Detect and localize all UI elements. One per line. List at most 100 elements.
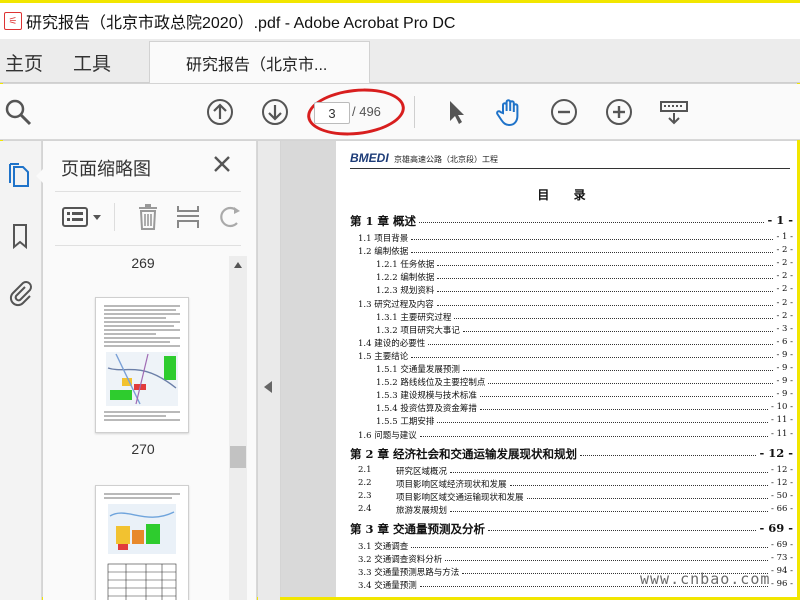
thumbnail-label: 269 — [131, 255, 155, 271]
title-bar: ⚟ 研究报告（北京市政总院2020）.pdf - Adobe Acrobat P… — [0, 3, 800, 39]
toc-entry-page: - 9 - — [776, 389, 793, 400]
toc-section-row[interactable]: 1.3.2 项目研究大事记 - 3 - — [336, 324, 797, 337]
toc-section-row[interactable]: 1.4 建设的必要性 - 6 - — [336, 337, 797, 350]
page-number-input[interactable]: 3 — [314, 102, 350, 124]
toc-entry-page: - 2 - — [776, 258, 793, 269]
toc-entry-page: - 73 - — [771, 553, 793, 564]
zoom-out-icon[interactable] — [548, 96, 580, 128]
toc-chapter-row[interactable]: 第 4 章 技术标准 - 125 - — [336, 592, 797, 597]
toc-section-row[interactable]: 1.2 编制依据 - 2 - — [336, 245, 797, 258]
toc-section-row[interactable]: 1.6 问题与建议 - 11 - — [336, 429, 797, 442]
toc-section-row[interactable]: 2.2 项目影响区域经济现状和发展 - 12 - — [336, 478, 797, 491]
tab-home[interactable]: 主页 — [5, 49, 43, 76]
acrobat-icon: ⚟ — [4, 12, 22, 30]
toc-entry-label: 1.3 研究过程及内容 — [358, 299, 434, 310]
toc-entry-page: - 9 - — [776, 363, 793, 373]
panel-toolbar-divider — [114, 203, 115, 231]
active-caret — [36, 169, 43, 183]
toc-entry-page: - 10 - — [771, 402, 793, 413]
search-icon[interactable] — [2, 96, 34, 128]
page-down-icon[interactable] — [259, 96, 291, 128]
toc-title: 目 录 — [537, 188, 596, 202]
toc-entry-page: - 69 - — [759, 521, 793, 535]
zoom-in-icon[interactable] — [603, 96, 635, 128]
toc-leader-dots — [463, 330, 773, 332]
toc-entry-label: 项目影响区域经济现状和发展 — [396, 479, 507, 490]
toc-section-row[interactable]: 1.2.1 任务依据 - 2 - — [336, 258, 797, 271]
toc-entry-page: - 2 - — [776, 310, 793, 321]
trash-icon[interactable] — [133, 201, 163, 233]
toc-leader-dots — [527, 497, 768, 499]
toc-section-row[interactable]: 1.5 主要结论 - 9 - — [336, 350, 797, 363]
toc-entry-label: 1.5.5 工期安排 — [376, 417, 435, 428]
toc-entry-label: 项目影响区域交通运输现状和发展 — [396, 492, 524, 503]
toc-section-row[interactable]: 1.3.1 主要研究过程 - 2 - — [336, 311, 797, 324]
toc-section-row[interactable]: 1.5.4 投资估算及资金筹措 - 10 - — [336, 402, 797, 415]
toc-chapter-row[interactable]: 第 3 章 交通量预测及分析 - 69 - — [336, 517, 797, 540]
header-text: 京雄高速公路（北京段）工程 — [394, 155, 498, 164]
tab-tools[interactable]: 工具 — [73, 49, 111, 76]
scroll-up-icon[interactable] — [229, 256, 247, 274]
bookmark-icon[interactable] — [3, 219, 37, 253]
options-menu-icon[interactable] — [61, 201, 105, 233]
toc-entry-label: 1.5.1 交通量发展预测 — [376, 365, 460, 375]
select-arrow-icon[interactable] — [440, 96, 472, 128]
panel-divider — [55, 245, 241, 246]
toc-section-row[interactable]: 2.3 项目影响区域交通运输现状和发展 - 50 - — [336, 491, 797, 504]
toc-leader-dots — [450, 510, 768, 512]
toc-section-row[interactable]: 1.5.1 交通量发展预测 - 9 - — [336, 363, 797, 376]
toc-entry-label: 第 1 章 概述 — [350, 214, 417, 228]
toc-section-row[interactable]: 2.4 旅游发展规划 - 66 - — [336, 504, 797, 517]
panel-collapse-handle[interactable] — [258, 141, 280, 600]
toc-entry-label: 1.5.4 投资估算及资金筹措 — [376, 404, 477, 415]
toc-leader-dots — [480, 409, 768, 411]
toc-entry-label: 第 3 章 交通量预测及分析 — [350, 522, 486, 536]
hand-icon[interactable] — [494, 96, 526, 128]
thumbnail-scrollbar[interactable] — [229, 256, 247, 600]
toc-entry-label: 3.4 交通量预测 — [358, 581, 417, 592]
rotate-icon[interactable] — [215, 201, 245, 233]
toc-entry-page: - 11 - — [771, 428, 793, 439]
page-thumbnails-icon[interactable] — [3, 159, 37, 193]
toolbar-divider — [414, 96, 415, 128]
toc-entry-label: 第 2 章 经济社会和交通运输发展现状和规划 — [350, 446, 578, 461]
toc-leader-dots — [510, 484, 768, 486]
toc-section-row[interactable]: 1.5.5 工期安排 - 11 - — [336, 415, 797, 428]
toc-section-row[interactable]: 1.5.3 建设规模与技术标准 - 9 - — [336, 389, 797, 402]
toc-leader-dots — [454, 317, 773, 319]
toc-entry-label: 1.2.1 任务依据 — [376, 260, 435, 271]
toc-leader-dots — [437, 265, 773, 267]
toc-chapter-row[interactable]: 第 1 章 概述 - 1 - — [336, 209, 797, 232]
toc-section-row[interactable]: 1.2.2 编制依据 - 2 - — [336, 271, 797, 284]
close-icon[interactable] — [211, 153, 233, 175]
tab-bar: 主页 工具 研究报告（北京市... — [0, 39, 800, 83]
tab-document[interactable]: 研究报告（北京市... — [149, 41, 370, 83]
toc-entry-page: - 1 - — [776, 232, 793, 242]
toc-entry-number: 2.3 — [358, 490, 372, 501]
toc-leader-dots — [420, 435, 768, 437]
toc-section-row[interactable]: 1.2.3 规划资料 - 2 - — [336, 284, 797, 297]
scrollbar-thumb[interactable] — [230, 446, 246, 468]
toc-section-row[interactable]: 1.5.2 路线线位及主要控制点 - 9 - — [336, 376, 797, 389]
toc-section-row[interactable]: 2.1 研究区域概况 - 12 - — [336, 465, 797, 478]
panel-toolbar — [43, 197, 257, 237]
document-view[interactable]: BMEDI 京雄高速公路（北京段）工程 目 录 第 1 章 概述 - 1 -1.1… — [281, 141, 797, 597]
attachment-icon[interactable] — [3, 275, 37, 309]
page-up-icon[interactable] — [204, 96, 236, 128]
thumbnail-page-271[interactable] — [95, 485, 189, 600]
toc-section-row[interactable]: 3.1 交通调查 - 69 - — [336, 540, 797, 553]
keyboard-icon[interactable] — [658, 96, 690, 128]
toc-chapter-row[interactable]: 第 2 章 经济社会和交通运输发展现状和规划 - 12 - — [336, 442, 797, 465]
toc-entry-label: 3.1 交通调查 — [358, 542, 409, 552]
toc-entry-page: - 94 - — [771, 566, 793, 577]
toc-entry-label: 旅游发展规划 — [396, 505, 448, 516]
toc-leader-dots — [437, 291, 773, 293]
toc-section-row[interactable]: 1.3 研究过程及内容 - 2 - — [336, 298, 797, 311]
toc-section-row[interactable]: 3.2 交通调查资料分析 - 73 - — [336, 553, 797, 566]
thumbnail-page-270[interactable] — [95, 297, 189, 433]
toc-entry-page: - 12 - — [771, 464, 793, 475]
toc-leader-dots — [437, 304, 773, 306]
toc-section-row[interactable]: 1.1 项目背景 - 1 - — [336, 232, 797, 245]
insert-page-icon[interactable] — [173, 201, 203, 233]
collapse-arrow-icon[interactable] — [264, 381, 272, 393]
